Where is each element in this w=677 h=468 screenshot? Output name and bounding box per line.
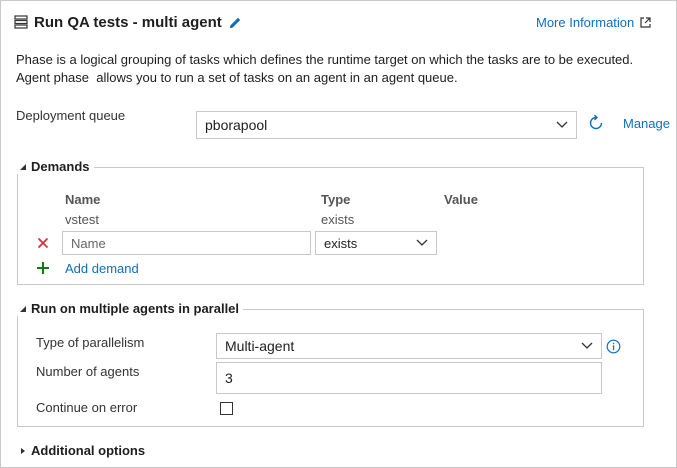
number-of-agents-value: 3	[225, 370, 233, 386]
plus-icon[interactable]	[36, 261, 50, 275]
more-information-label: More Information	[536, 15, 635, 30]
external-link-icon	[640, 17, 651, 28]
demand-name-placeholder: Name	[71, 235, 106, 251]
demand-row-type: exists	[321, 212, 355, 227]
chevron-down-icon	[416, 239, 428, 246]
phase-list-icon	[14, 15, 28, 29]
info-icon[interactable]	[606, 339, 621, 354]
demands-toggle[interactable]: Demands	[15, 159, 94, 174]
more-information-link[interactable]: More Information	[536, 15, 651, 30]
parallelism-label: Type of parallelism	[36, 335, 145, 350]
parallelism-value: Multi-agent	[225, 338, 295, 354]
parallel-toggle[interactable]: Run on multiple agents in parallel	[15, 301, 244, 316]
parallel-legend: Run on multiple agents in parallel	[31, 301, 240, 316]
demand-type-select[interactable]: exists	[315, 231, 437, 255]
description-line-1: Phase is a logical grouping of tasks whi…	[16, 52, 634, 67]
description-line-2: Agent phase allows you to run a set of t…	[16, 70, 458, 85]
refresh-icon[interactable]	[587, 114, 605, 132]
number-of-agents-label: Number of agents	[36, 364, 140, 379]
collapse-triangle-icon	[20, 163, 26, 170]
deployment-queue-select[interactable]: pborapool	[196, 111, 577, 139]
pencil-icon[interactable]	[227, 15, 243, 31]
collapse-triangle-icon	[20, 305, 26, 312]
demand-row-name: vstest	[65, 212, 99, 227]
manage-queue-link[interactable]: Manage	[623, 116, 670, 131]
deployment-queue-label: Deployment queue	[16, 108, 126, 123]
continue-on-error-label: Continue on error	[36, 400, 138, 415]
page-title: Run QA tests - multi agent	[34, 14, 222, 31]
additional-options-legend: Additional options	[31, 443, 146, 458]
demands-legend: Demands	[31, 159, 90, 174]
continue-on-error-checkbox[interactable]	[220, 402, 233, 415]
chevron-down-icon	[581, 342, 593, 349]
number-of-agents-input[interactable]: 3	[216, 362, 602, 394]
parallelism-select[interactable]: Multi-agent	[216, 333, 602, 359]
chevron-down-icon	[556, 121, 568, 128]
deployment-queue-value: pborapool	[205, 117, 268, 133]
phase-panel: Run QA tests - multi agent More Informat…	[0, 0, 677, 468]
demands-column-name: Name	[65, 192, 101, 207]
demand-name-input[interactable]: Name	[62, 231, 311, 255]
additional-options-toggle[interactable]: Additional options	[15, 443, 150, 458]
expand-triangle-icon	[21, 447, 25, 454]
phase-description: Phase is a logical grouping of tasks whi…	[16, 51, 666, 87]
add-demand-link[interactable]: Add demand	[65, 261, 139, 276]
close-icon[interactable]	[37, 237, 49, 249]
demand-type-value: exists	[324, 235, 358, 251]
demands-column-value: Value	[444, 192, 478, 207]
demands-column-type: Type	[321, 192, 351, 207]
